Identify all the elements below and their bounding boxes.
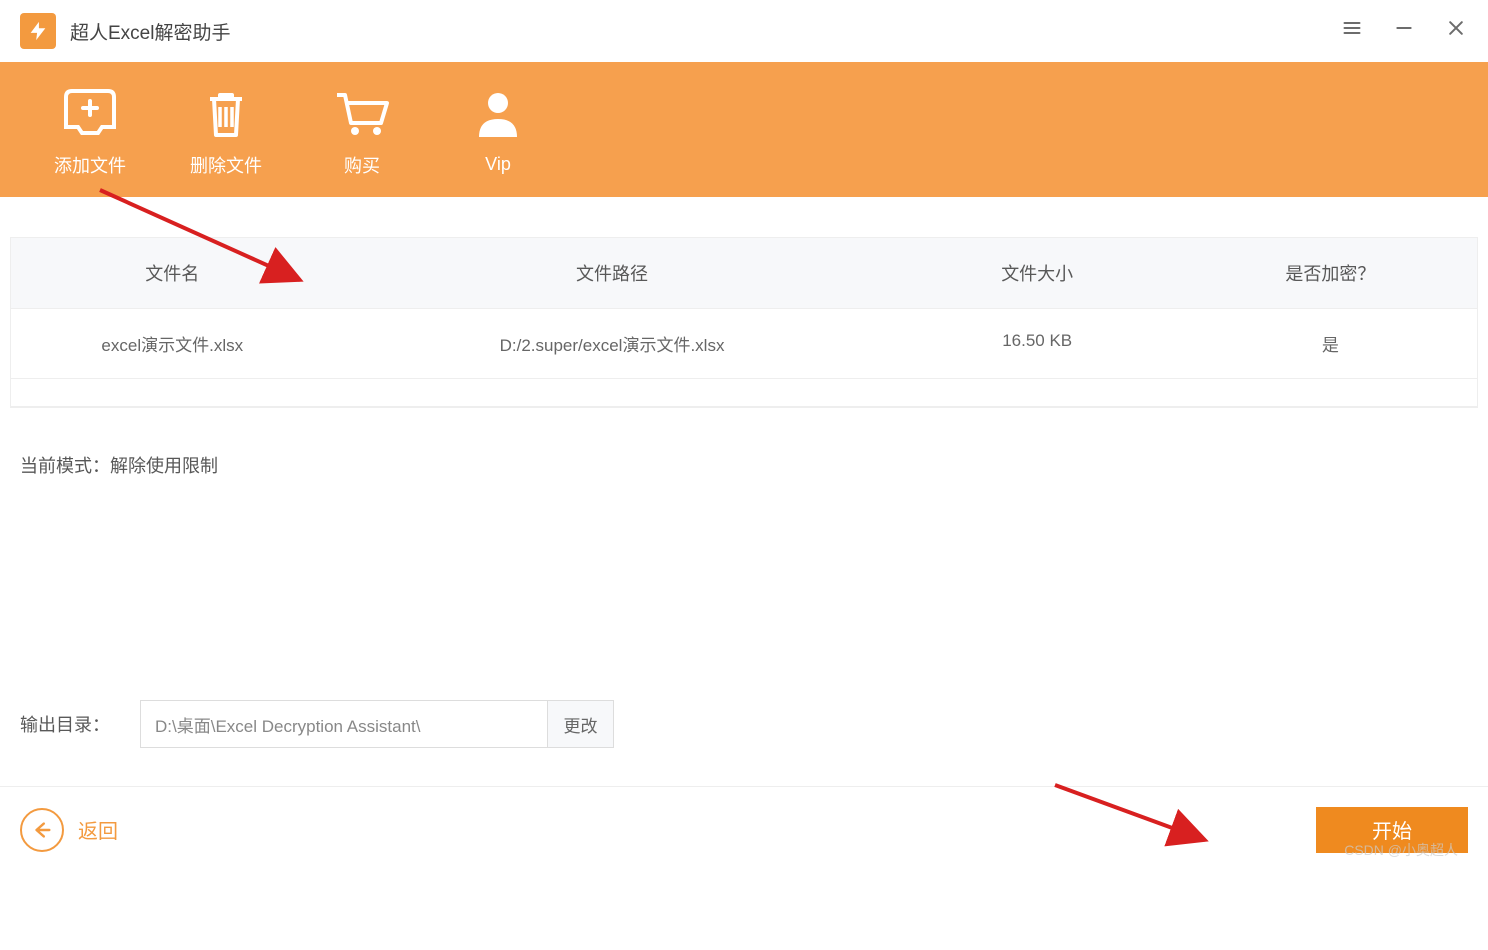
app-title: 超人Excel解密助手 (70, 18, 230, 45)
table-body: excel演示文件.xlsx D:/2.super/excel演示文件.xlsx… (11, 309, 1477, 407)
back-arrow-icon (20, 808, 64, 852)
output-path-input[interactable] (140, 700, 548, 748)
back-button[interactable]: 返回 (20, 808, 118, 852)
mode-label: 当前模式：解除使用限制 (10, 408, 1478, 478)
output-label: 输出目录： (20, 711, 110, 737)
close-button[interactable] (1444, 18, 1468, 44)
app-logo (20, 13, 56, 49)
cart-icon (333, 82, 391, 146)
bolt-icon (27, 20, 49, 42)
window-controls (1340, 18, 1468, 44)
main-toolbar: 添加文件 删除文件 购买 Vip (0, 62, 1488, 197)
content-area: 文件名 文件路径 文件大小 是否加密？ excel演示文件.xlsx D:/2.… (0, 197, 1488, 478)
title-bar: 超人Excel解密助手 (0, 0, 1488, 62)
file-table: 文件名 文件路径 文件大小 是否加密？ excel演示文件.xlsx D:/2.… (10, 237, 1478, 408)
add-file-button[interactable]: 添加文件 (40, 82, 140, 178)
delete-file-label: 删除文件 (190, 152, 262, 178)
cell-filesize: 16.50 KB (891, 309, 1184, 378)
buy-label: 购买 (344, 152, 380, 178)
delete-file-button[interactable]: 删除文件 (176, 82, 276, 178)
header-filename: 文件名 (11, 238, 334, 308)
buy-button[interactable]: 购买 (312, 82, 412, 178)
table-header: 文件名 文件路径 文件大小 是否加密？ (11, 238, 1477, 309)
add-file-label: 添加文件 (54, 152, 126, 178)
cell-filename: excel演示文件.xlsx (11, 309, 334, 378)
cell-filepath: D:/2.super/excel演示文件.xlsx (334, 309, 891, 378)
output-directory-row: 输出目录： 更改 (20, 700, 614, 748)
vip-label: Vip (485, 154, 511, 175)
header-filepath: 文件路径 (334, 238, 891, 308)
vip-button[interactable]: Vip (448, 84, 548, 175)
trash-icon (200, 82, 252, 146)
back-label: 返回 (78, 815, 118, 844)
user-icon (475, 84, 521, 148)
table-row[interactable]: excel演示文件.xlsx D:/2.super/excel演示文件.xlsx… (11, 309, 1477, 379)
change-output-button[interactable]: 更改 (548, 700, 614, 748)
header-encrypted: 是否加密？ (1184, 238, 1477, 308)
menu-icon[interactable] (1340, 18, 1364, 44)
footer-bar: 返回 开始 (0, 786, 1488, 872)
cell-encrypted: 是 (1184, 309, 1477, 378)
minimize-button[interactable] (1392, 18, 1416, 44)
table-row-empty (11, 379, 1477, 407)
watermark: CSDN @小奥超人 (1344, 840, 1458, 860)
header-filesize: 文件大小 (891, 238, 1184, 308)
inbox-plus-icon (60, 82, 120, 146)
